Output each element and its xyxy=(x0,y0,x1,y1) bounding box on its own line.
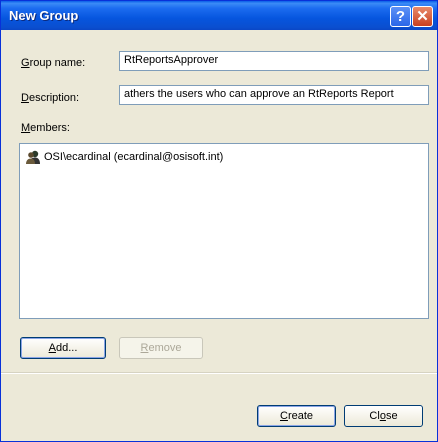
description-input[interactable]: athers the users who can approve an RtRe… xyxy=(119,85,429,105)
separator xyxy=(1,372,437,374)
description-label: Description: xyxy=(21,92,80,104)
members-label: Members: xyxy=(21,122,70,134)
close-button[interactable]: Close xyxy=(344,405,423,427)
title-bar[interactable]: New Group ? ✕ xyxy=(1,1,437,30)
add-button[interactable]: Add... xyxy=(20,337,106,359)
help-icon: ? xyxy=(395,8,406,25)
new-group-dialog: New Group ? ✕ Group name: RtReportsAppro… xyxy=(0,0,438,442)
members-list[interactable]: OSI\ecardinal (ecardinal@osisoft.int) xyxy=(19,143,429,319)
create-button[interactable]: Create xyxy=(257,405,336,427)
help-button[interactable]: ? xyxy=(390,6,411,27)
list-item[interactable]: OSI\ecardinal (ecardinal@osisoft.int) xyxy=(25,149,223,165)
window-title: New Group xyxy=(9,8,79,23)
remove-button: Remove xyxy=(119,337,203,359)
user-icon xyxy=(26,150,40,164)
group-name-label: Group name: xyxy=(21,57,86,69)
close-icon: ✕ xyxy=(416,8,429,25)
close-window-button[interactable]: ✕ xyxy=(412,6,433,27)
group-name-input[interactable]: RtReportsApprover xyxy=(119,51,429,71)
member-name: OSI\ecardinal (ecardinal@osisoft.int) xyxy=(44,151,224,163)
